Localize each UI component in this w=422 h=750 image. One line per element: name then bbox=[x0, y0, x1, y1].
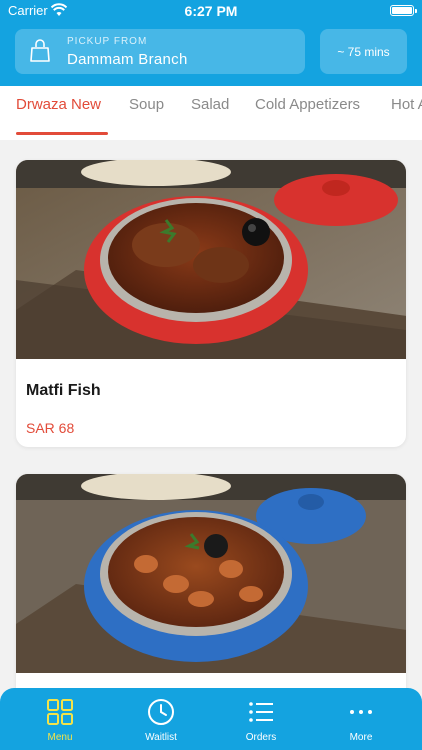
food-image bbox=[16, 160, 406, 359]
eta-text: ~ 75 mins bbox=[337, 44, 390, 59]
nav-more-label: More bbox=[349, 732, 373, 743]
active-tab-indicator bbox=[16, 132, 108, 135]
grid-icon bbox=[47, 699, 73, 725]
bottom-nav: Menu Waitlist Orders More bbox=[0, 688, 422, 750]
more-dots-icon bbox=[350, 710, 372, 714]
nav-more[interactable]: More bbox=[311, 688, 411, 750]
menu-item-card[interactable]: Matfi Fish SAR 68 bbox=[16, 160, 406, 447]
status-time: 6:27 PM bbox=[184, 3, 238, 19]
list-icon bbox=[249, 702, 273, 722]
food-image bbox=[16, 474, 406, 673]
branch-name: Dammam Branch bbox=[67, 51, 188, 68]
clock-icon bbox=[148, 699, 174, 725]
nav-waitlist[interactable]: Waitlist bbox=[111, 688, 211, 750]
tab-salad[interactable]: Salad bbox=[191, 96, 229, 113]
nav-waitlist-label: Waitlist bbox=[145, 732, 177, 743]
pickup-branch-selector[interactable]: PICKUP FROM Dammam Branch bbox=[15, 29, 305, 74]
tab-soup[interactable]: Soup bbox=[129, 96, 164, 113]
shopping-bag-icon bbox=[30, 39, 50, 62]
tab-cold-appetizers[interactable]: Cold Appetizers bbox=[255, 96, 360, 113]
status-bar: Carrier 6:27 PM bbox=[0, 0, 422, 22]
nav-menu[interactable]: Menu bbox=[10, 688, 110, 750]
nav-orders[interactable]: Orders bbox=[211, 688, 311, 750]
header-bar: Carrier 6:27 PM PICKUP FROM Dammam Branc… bbox=[0, 0, 422, 86]
nav-orders-label: Orders bbox=[245, 732, 277, 743]
eta-badge: ~ 75 mins bbox=[320, 29, 407, 74]
nav-menu-label: Menu bbox=[47, 732, 73, 743]
item-name: Matfi Fish bbox=[26, 382, 101, 399]
battery-icon bbox=[390, 5, 417, 16]
tab-drwaza-new[interactable]: Drwaza New bbox=[16, 96, 101, 113]
menu-item-card[interactable] bbox=[16, 474, 406, 704]
item-price: SAR 68 bbox=[26, 420, 75, 436]
category-tabs: Drwaza New Soup Salad Cold Appetizers Ho… bbox=[0, 86, 422, 140]
tab-hot-appetizers[interactable]: Hot A bbox=[391, 96, 422, 113]
pickup-label: PICKUP FROM bbox=[67, 36, 148, 47]
